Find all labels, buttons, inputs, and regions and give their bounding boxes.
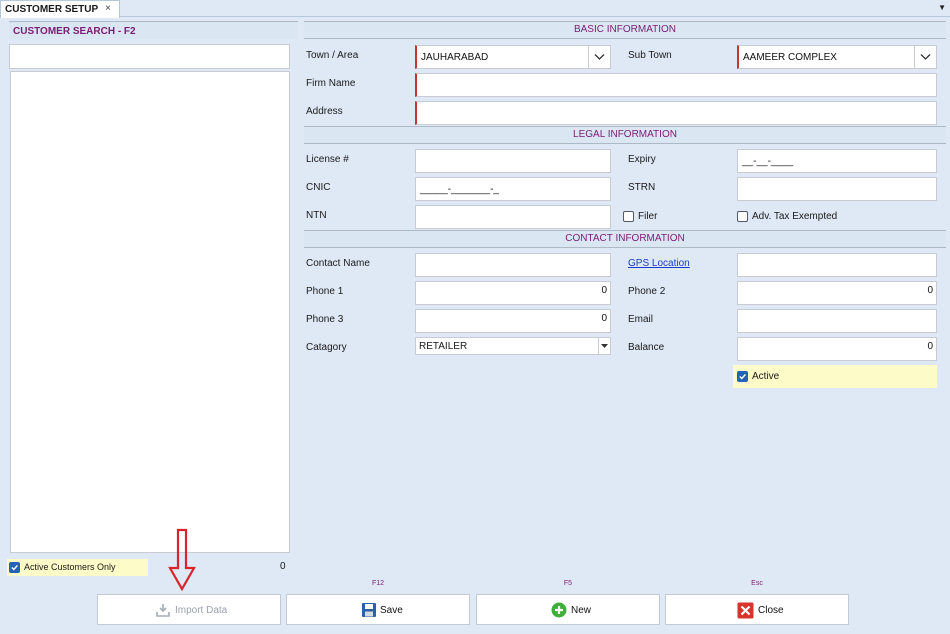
contact-name-label: Contact Name	[306, 258, 370, 269]
balance-label: Balance	[628, 342, 665, 353]
strn-label: STRN	[628, 182, 656, 193]
firm-name-input[interactable]	[415, 73, 937, 97]
tab-menu-icon[interactable]: ▼	[938, 3, 946, 12]
active-customers-only-label: Active Customers Only	[24, 562, 116, 572]
expiry-label: Expiry	[628, 154, 656, 165]
close-label: Close	[758, 605, 784, 616]
close-icon	[737, 602, 754, 619]
tab-strip	[0, 0, 950, 17]
town-select[interactable]: JAUHARABAD	[415, 45, 611, 69]
import-data-label: Import Data	[175, 605, 228, 616]
import-data-button[interactable]: Import Data	[97, 594, 281, 625]
gps-location-input[interactable]	[737, 253, 937, 277]
save-icon	[362, 603, 376, 617]
active-customers-only-checkbox[interactable]	[9, 562, 20, 573]
category-label: Catagory	[306, 342, 347, 353]
annotation-arrow-icon	[168, 528, 196, 592]
ntn-label: NTN	[306, 210, 327, 221]
legal-information-header: LEGAL INFORMATION	[304, 126, 946, 144]
import-icon	[156, 604, 170, 617]
gps-location-link[interactable]: GPS Location	[628, 258, 690, 269]
active-row[interactable]: Active	[733, 365, 937, 388]
address-label: Address	[306, 106, 343, 117]
tab-customer-setup[interactable]: CUSTOMER SETUP ×	[0, 0, 120, 18]
new-button[interactable]: New	[476, 594, 660, 625]
dropdown-arrow-icon[interactable]	[598, 338, 610, 354]
add-icon	[551, 602, 567, 618]
close-hotkey: Esc	[751, 580, 763, 587]
ntn-input[interactable]	[415, 205, 611, 229]
new-label: New	[571, 605, 592, 616]
phone3-label: Phone 3	[306, 314, 344, 325]
search-input[interactable]	[9, 44, 290, 69]
cnic-input[interactable]: _____-_______-_	[415, 177, 611, 201]
checkmark-icon	[11, 565, 18, 571]
address-input[interactable]	[415, 101, 937, 125]
active-checkbox[interactable]	[737, 371, 748, 382]
customer-list[interactable]	[10, 71, 290, 553]
filer-label: Filer	[638, 211, 658, 222]
new-hotkey: F5	[563, 580, 573, 587]
tab-title: CUSTOMER SETUP	[5, 4, 99, 15]
adv-tax-exempted-checkbox[interactable]	[737, 211, 748, 222]
contact-information-header: CONTACT INFORMATION	[304, 230, 946, 248]
subtown-select[interactable]: AAMEER COMPLEX	[737, 45, 937, 69]
save-hotkey: F12	[371, 580, 385, 587]
email-label: Email	[628, 314, 654, 325]
cnic-label: CNIC	[306, 182, 331, 193]
balance-input[interactable]: 0	[737, 337, 937, 361]
phone1-input[interactable]: 0	[415, 281, 611, 305]
town-label: Town / Area	[306, 50, 359, 61]
license-label: License #	[306, 154, 349, 165]
active-customers-only-row[interactable]: Active Customers Only	[7, 559, 148, 576]
filer-checkbox[interactable]	[623, 211, 634, 222]
active-label: Active	[752, 371, 780, 382]
strn-input[interactable]	[737, 177, 937, 201]
phone1-label: Phone 1	[306, 286, 344, 297]
expiry-input[interactable]: __-__-____	[737, 149, 937, 173]
subtown-label: Sub Town	[628, 50, 672, 61]
chevron-down-icon[interactable]	[588, 46, 610, 68]
phone2-input[interactable]: 0	[737, 281, 937, 305]
tab-close-icon[interactable]: ×	[105, 3, 111, 14]
phone3-input[interactable]: 0	[415, 309, 611, 333]
customer-count: 0	[280, 561, 286, 572]
license-input[interactable]	[415, 149, 611, 173]
search-title: CUSTOMER SEARCH - F2	[13, 26, 136, 37]
chevron-down-icon[interactable]	[914, 46, 936, 68]
firm-name-label: Firm Name	[306, 78, 356, 89]
phone2-label: Phone 2	[628, 286, 666, 297]
basic-information-header: BASIC INFORMATION	[304, 21, 946, 39]
search-header: CUSTOMER SEARCH - F2	[9, 21, 298, 39]
close-button[interactable]: Close	[665, 594, 849, 625]
checkmark-icon	[739, 374, 746, 380]
category-select[interactable]: RETAILER	[415, 337, 611, 355]
save-button[interactable]: Save	[286, 594, 470, 625]
adv-tax-exempted-label: Adv. Tax Exempted	[752, 211, 838, 222]
contact-name-input[interactable]	[415, 253, 611, 277]
email-input[interactable]	[737, 309, 937, 333]
save-label: Save	[380, 605, 403, 616]
